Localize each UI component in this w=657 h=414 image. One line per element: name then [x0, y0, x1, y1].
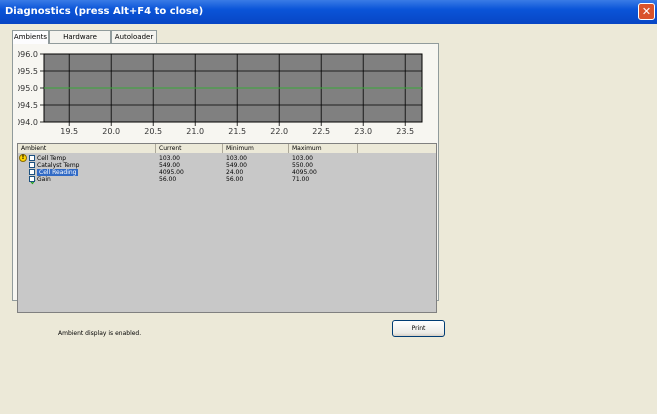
- x-tick-label: 21.5: [228, 127, 246, 136]
- row-checkbox[interactable]: [29, 176, 35, 182]
- table-row[interactable]: Gain 56.00 56.00 71.00: [18, 176, 436, 183]
- close-button[interactable]: ✕: [638, 3, 655, 20]
- x-tick-label: 20.5: [144, 127, 162, 136]
- row-minimum-value: 56.00: [226, 176, 244, 183]
- row-current-value: 103.00: [159, 155, 180, 162]
- x-tick-label: 21.0: [186, 127, 204, 136]
- table-row[interactable]: Catalyst Temp 549.00 549.00 550.00: [18, 162, 436, 169]
- header-ambient[interactable]: Ambient: [18, 144, 156, 153]
- row-current-value: 56.00: [159, 176, 177, 183]
- row-ambient-name: Gain: [37, 176, 51, 183]
- row-maximum-value: 550.00: [292, 162, 313, 169]
- row-maximum-value: 71.00: [292, 176, 310, 183]
- x-tick-label: 19.5: [60, 127, 78, 136]
- chart-svg: 4096.0 4095.5 4095.0 4094.5 4094.0 19.5 20.0 20…: [10, 50, 423, 136]
- table-row[interactable]: Cell Reading 4095.00 24.00 4095.00: [18, 169, 436, 185]
- row-ambient-name: Cell Reading: [37, 169, 79, 176]
- header-minimum[interactable]: Minimum: [223, 144, 289, 153]
- table-row[interactable]: ! Cell Temp 103.00 103.00 103.00: [18, 154, 436, 162]
- y-tick-label: 4094.0: [18, 118, 38, 127]
- status-text: Ambient display is enabled.: [58, 330, 142, 337]
- y-tick-label: 4095.5: [18, 67, 38, 76]
- row-current-value: 4095.00: [159, 169, 184, 176]
- row-minimum-value: 549.00: [226, 162, 247, 169]
- tab-autoloader[interactable]: Autoloader: [111, 30, 157, 43]
- row-maximum-value: 103.00: [292, 155, 313, 162]
- x-tick-label: 20.0: [102, 127, 120, 136]
- header-maximum[interactable]: Maximum: [289, 144, 358, 153]
- x-tick-label: 23.0: [354, 127, 372, 136]
- row-maximum-value: 4095.00: [292, 169, 317, 176]
- row-ambient-name: Cell Temp: [37, 155, 67, 162]
- print-button[interactable]: Print: [392, 320, 445, 337]
- row-minimum-value: 24.00: [226, 169, 244, 176]
- header-current[interactable]: Current: [156, 144, 223, 153]
- row-current-value: 549.00: [159, 162, 180, 169]
- row-minimum-value: 103.00: [226, 155, 247, 162]
- y-tick-label: 4094.5: [18, 101, 38, 110]
- y-tick-label: 4096.0: [18, 50, 38, 59]
- y-tick-label: 4095.0: [18, 84, 38, 93]
- x-tick-label: 22.5: [312, 127, 330, 136]
- window-title: Diagnostics (press Alt+F4 to close): [5, 6, 204, 17]
- tab-ambients[interactable]: Ambients: [12, 30, 49, 44]
- table-header: Ambient Current Minimum Maximum: [18, 144, 436, 153]
- tab-hardware-control[interactable]: Hardware Control: [49, 30, 111, 54]
- row-ambient-name: Catalyst Temp: [37, 162, 80, 169]
- ambient-chart: 4096.0 4095.5 4095.0 4094.5 4094.0 19.5 20.0 20…: [10, 47, 438, 137]
- row-checkbox[interactable]: [29, 169, 36, 185]
- warning-icon: !: [19, 154, 27, 162]
- ambient-table[interactable]: Ambient Current Minimum Maximum ! Cell Te…: [17, 143, 437, 313]
- title-bar[interactable]: Diagnostics (press Alt+F4 to close) ✕: [0, 0, 657, 24]
- x-tick-label: 23.5: [396, 127, 414, 136]
- row-checkbox[interactable]: [29, 155, 35, 161]
- x-tick-label: 22.0: [270, 127, 288, 136]
- row-checkbox[interactable]: [29, 162, 35, 168]
